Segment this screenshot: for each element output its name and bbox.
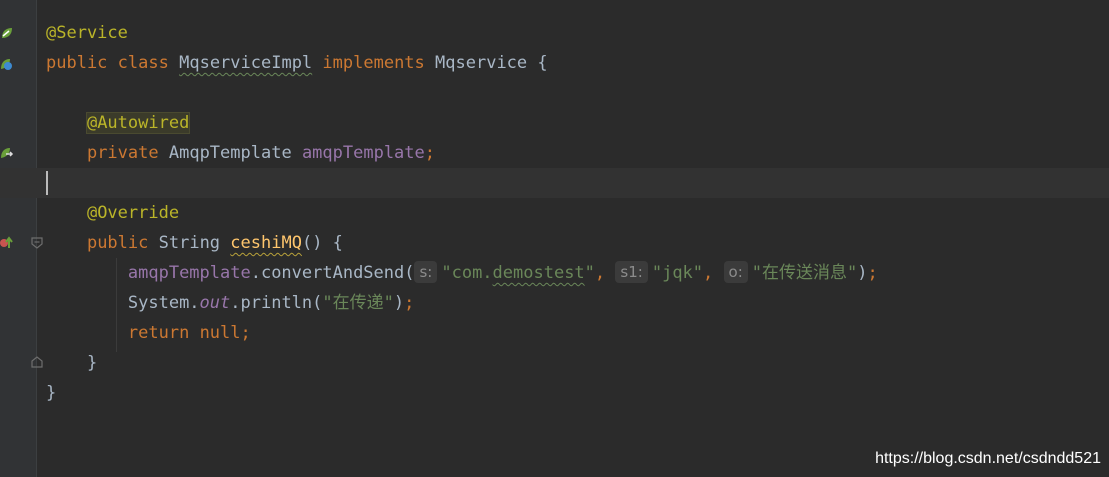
code-line-12: } — [46, 348, 1109, 378]
method-name: ceshiMQ — [230, 233, 302, 253]
semicolon: ; — [240, 323, 251, 343]
code-line-2: public class MqserviceImpl implements Mq… — [46, 48, 1109, 78]
string-literal: "com. — [441, 263, 493, 283]
param-hint-s: s: — [414, 261, 438, 283]
brace: { — [527, 53, 548, 73]
comma: , — [594, 263, 606, 283]
code-line-1: @Service — [46, 18, 1109, 48]
code-editor[interactable]: @Service public class MqserviceImpl impl… — [0, 0, 1109, 477]
fold-icon[interactable] — [31, 237, 43, 249]
watermark: https://blog.csdn.net/csdndd521 — [875, 450, 1101, 467]
method-call: .convertAndSend( — [250, 263, 415, 283]
code-line-11: return null; — [46, 318, 1109, 348]
fold-end-icon[interactable] — [31, 356, 43, 368]
code-line-4: @Autowired — [46, 108, 1109, 138]
keyword: return — [127, 323, 190, 343]
method-signature-rest: () { — [301, 233, 343, 253]
static-field: out — [199, 293, 231, 313]
code-area[interactable]: @Service public class MqserviceImpl impl… — [0, 18, 1109, 408]
keyword: public — [86, 233, 149, 253]
semicolon: ; — [424, 143, 436, 163]
code-line-5: private AmqpTemplate amqpTemplate; — [46, 138, 1109, 168]
implementation-icon[interactable] — [0, 57, 14, 71]
annotation: @Service — [46, 23, 128, 43]
string-literal: "在传送消息" — [751, 263, 858, 283]
method-call: .println( — [230, 293, 323, 313]
text-caret — [46, 171, 48, 195]
semicolon: ; — [404, 293, 415, 313]
editor-gutter — [0, 0, 43, 477]
string-literal: "jqk" — [651, 263, 704, 283]
comma: , — [703, 263, 714, 283]
keyword: null — [199, 323, 241, 343]
param-hint-o: o: — [723, 261, 748, 283]
close-paren: ) — [393, 293, 405, 313]
string-literal-word: demostest — [492, 263, 585, 283]
class-name: MqserviceImpl — [179, 53, 313, 73]
brace: } — [46, 383, 57, 403]
code-line-9: amqpTemplate.convertAndSend(s: "com.demos… — [46, 258, 1109, 288]
param-hint-s1: s1: — [615, 261, 648, 283]
semicolon: ; — [867, 263, 878, 283]
code-line-13: } — [46, 378, 1109, 408]
close-paren: ) — [857, 263, 868, 283]
interface-name: Mqservice — [435, 53, 528, 73]
code-line-10: System.out.println("在传递"); — [46, 288, 1109, 318]
override-method-icon[interactable] — [0, 236, 14, 250]
code-line-6-current[interactable] — [0, 168, 1109, 198]
annotation-highlighted: @Autowired — [85, 112, 191, 134]
code-line-8: public String ceshiMQ() { — [46, 228, 1109, 258]
type-name: String — [158, 233, 221, 253]
spring-bean-icon[interactable] — [0, 26, 14, 40]
class-ref: System. — [127, 293, 200, 313]
annotation: @Override — [86, 203, 180, 223]
string-literal: "在传递" — [322, 293, 394, 313]
field-name: amqpTemplate — [301, 143, 425, 163]
keyword: public — [46, 53, 108, 73]
type-name: AmqpTemplate — [168, 143, 292, 163]
keyword: private — [86, 143, 159, 163]
brace: } — [86, 353, 98, 373]
autowired-bean-icon[interactable] — [0, 146, 14, 160]
field-name: amqpTemplate — [127, 263, 251, 283]
keyword: implements — [322, 53, 425, 73]
string-literal: " — [584, 263, 595, 283]
keyword: class — [117, 53, 169, 73]
code-line-7: @Override — [46, 198, 1109, 228]
